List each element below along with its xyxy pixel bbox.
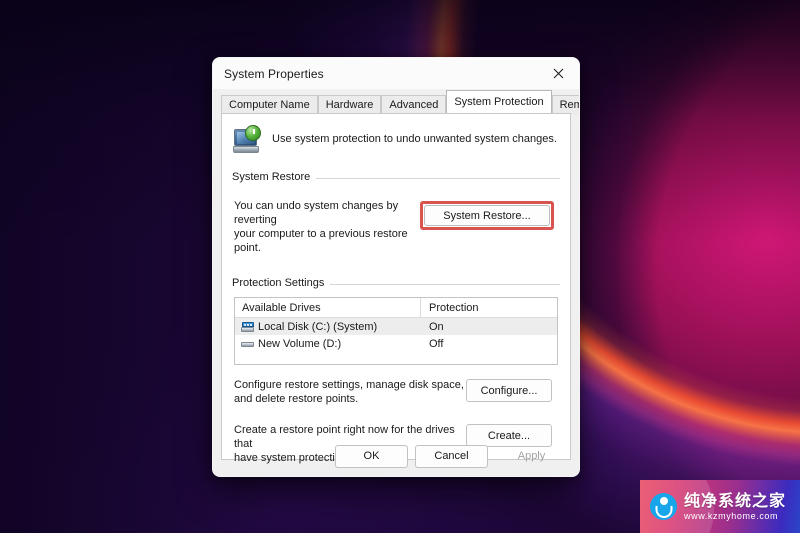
configure-button[interactable]: Configure...: [466, 379, 552, 402]
column-header-available-drives[interactable]: Available Drives: [235, 298, 421, 317]
watermark-brand: 纯净系统之家: [684, 490, 787, 510]
configure-description-line1: Configure restore settings, manage disk …: [234, 379, 464, 391]
kzmyhome-logo-icon: [650, 493, 677, 520]
protection-header: Use system protection to undo unwanted s…: [222, 114, 570, 157]
configure-description-line2: and delete restore points.: [234, 393, 359, 405]
tab-advanced[interactable]: Advanced: [381, 95, 447, 115]
drive-name: Local Disk (C:) (System): [258, 320, 378, 333]
configure-description: Configure restore settings, manage disk …: [234, 378, 464, 406]
desktop-background: System Properties Computer Name Hardware…: [0, 0, 800, 533]
drive-icon: [241, 339, 254, 349]
system-protection-tab-page: Use system protection to undo unwanted s…: [221, 113, 571, 464]
column-header-protection[interactable]: Protection: [421, 302, 479, 314]
ok-button[interactable]: OK: [335, 444, 408, 468]
table-row[interactable]: New Volume (D:) Off: [235, 335, 557, 352]
close-button[interactable]: [537, 58, 579, 89]
system-restore-description-line2: your computer to a previous restore poin…: [234, 228, 408, 254]
protection-header-text: Use system protection to undo unwanted s…: [272, 133, 557, 145]
available-drives-listview[interactable]: Available Drives Protection Local Disk (…: [234, 297, 558, 365]
tab-remote[interactable]: Remote: [551, 95, 579, 115]
dialog-titlebar: System Properties: [213, 58, 579, 89]
drive-protection-status: Off: [429, 337, 444, 350]
cancel-button[interactable]: Cancel: [415, 444, 488, 468]
tab-hardware[interactable]: Hardware: [317, 95, 382, 115]
system-restore-description: You can undo system changes by reverting…: [234, 199, 420, 255]
close-icon: [553, 68, 563, 79]
computer-shield-icon: [232, 125, 266, 157]
system-restore-highlight-box: System Restore...: [420, 201, 554, 230]
drive-name: New Volume (D:): [258, 337, 342, 350]
system-restore-group: System Restore You can undo system chang…: [232, 171, 560, 255]
listview-header-row: Available Drives Protection: [235, 298, 557, 318]
apply-button: Apply: [495, 445, 568, 468]
watermark-url: www.kzmyhome.com: [684, 510, 779, 521]
site-watermark: 纯净系统之家 www.kzmyhome.com: [640, 480, 800, 533]
system-properties-dialog: System Properties Computer Name Hardware…: [212, 57, 580, 477]
tab-strip: Computer Name Hardware Advanced System P…: [221, 90, 579, 115]
system-restore-group-title: System Restore: [232, 171, 317, 183]
drive-protection-status: On: [429, 320, 444, 333]
dialog-title: System Properties: [224, 66, 324, 81]
dialog-footer: OK Cancel Apply: [213, 436, 579, 476]
tab-computer-name[interactable]: Computer Name: [221, 95, 318, 115]
system-restore-button[interactable]: System Restore...: [424, 205, 550, 226]
table-row[interactable]: Local Disk (C:) (System) On: [235, 318, 557, 335]
tab-system-protection[interactable]: System Protection: [446, 90, 552, 113]
system-drive-icon: [241, 321, 254, 332]
protection-settings-group-title: Protection Settings: [232, 277, 331, 289]
system-restore-description-line1: You can undo system changes by reverting: [234, 200, 399, 226]
